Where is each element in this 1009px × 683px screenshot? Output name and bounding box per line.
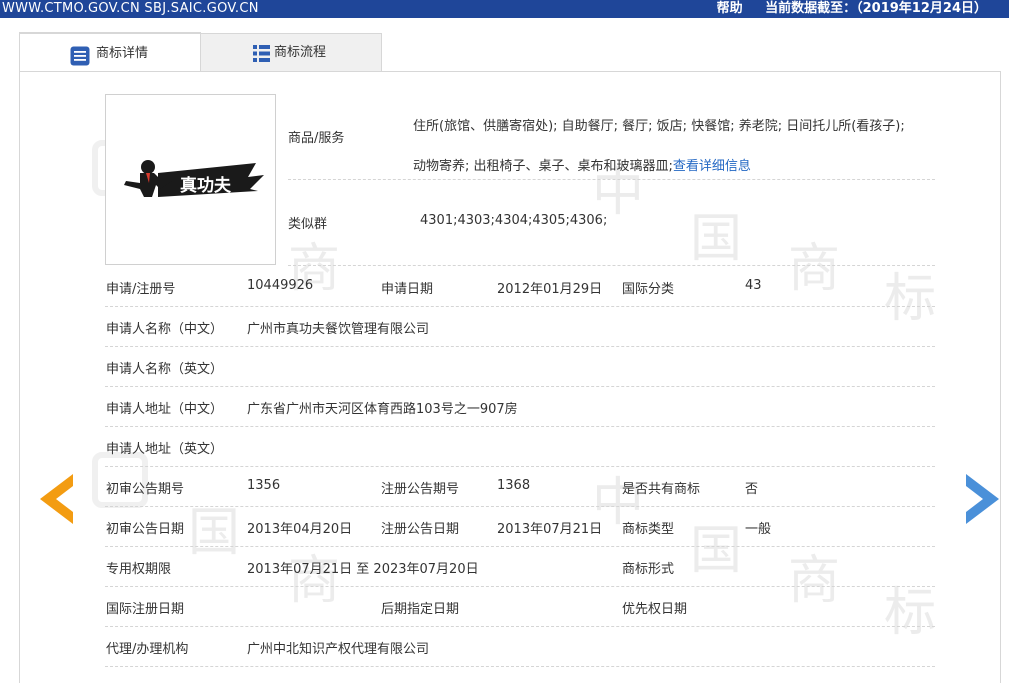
- tab-trademark-detail-label: 商标详情: [96, 46, 149, 61]
- shared-value: 否: [745, 482, 759, 497]
- divider: [105, 546, 935, 547]
- divider: [105, 626, 935, 627]
- apply-date-value: 2012年01月29日: [497, 282, 603, 297]
- mark-form-label: 商标形式: [622, 562, 675, 577]
- trademark-image[interactable]: 真功夫: [105, 94, 276, 265]
- divider: [105, 466, 935, 467]
- divider: [105, 586, 935, 587]
- goods-services-label: 商品/服务: [288, 131, 345, 146]
- prelim-no-label: 初审公告期号: [106, 482, 185, 497]
- applicant-cn-value: 广州市真功夫餐饮管理有限公司: [247, 322, 430, 337]
- applicant-en-label: 申请人名称（英文）: [106, 362, 224, 377]
- goods-services-line-text: 动物寄养; 出租椅子、桌子、桌布和玻璃器皿;: [413, 159, 673, 174]
- address-cn-value: 广东省广州市天河区体育西路103号之一907房: [247, 402, 518, 417]
- reg-pub-no-label: 注册公告期号: [381, 482, 460, 497]
- similar-group-label: 类似群: [288, 217, 328, 232]
- prelim-date-label: 初审公告日期: [106, 522, 185, 537]
- site-domains: WWW.CTMO.GOV.CN SBJ.SAIC.GOV.CN: [2, 1, 259, 16]
- intl-class-value: 43: [745, 278, 762, 293]
- prelim-date-value: 2013年04月20日: [247, 522, 353, 537]
- exclusive-period-label: 专用权期限: [106, 562, 172, 577]
- divider: [288, 179, 935, 180]
- top-bar: WWW.CTMO.GOV.CN SBJ.SAIC.GOV.CN 帮助 当前数据截…: [0, 0, 1009, 18]
- prev-arrow-icon[interactable]: [40, 474, 73, 524]
- trademark-logo-text: 真功夫: [180, 175, 232, 196]
- reg-pub-no-value: 1368: [497, 478, 531, 493]
- intl-reg-date-label: 国际注册日期: [106, 602, 185, 617]
- tab-trademark-flow[interactable]: 商标流程: [200, 33, 382, 72]
- divider: [105, 666, 935, 667]
- top-bar-right: 帮助 当前数据截至：（2019年12月24日）: [699, 0, 987, 17]
- trademark-logo: 真功夫: [124, 160, 264, 197]
- agent-value: 广州中北知识产权代理有限公司: [247, 642, 430, 657]
- reg-pub-date-label: 注册公告日期: [381, 522, 460, 537]
- tab-trademark-detail[interactable]: 商标详情: [19, 32, 201, 72]
- next-arrow-icon[interactable]: [966, 474, 999, 524]
- address-cn-label: 申请人地址（中文）: [106, 402, 224, 417]
- intl-class-label: 国际分类: [622, 282, 675, 297]
- list-flow-icon: [253, 45, 270, 62]
- later-date-label: 后期指定日期: [381, 602, 460, 617]
- list-detail-icon: [70, 46, 90, 66]
- view-details-link[interactable]: 查看详细信息: [673, 159, 751, 174]
- data-date-text: 当前数据截至：（2019年12月24日）: [765, 1, 987, 16]
- divider: [288, 265, 935, 266]
- divider: [105, 426, 935, 427]
- similar-group-value: 4301;4303;4304;4305;4306;: [420, 213, 608, 228]
- reg-pub-date-value: 2013年07月21日: [497, 522, 603, 537]
- apply-date-label: 申请日期: [381, 282, 434, 297]
- divider: [105, 346, 935, 347]
- divider: [105, 386, 935, 387]
- address-en-label: 申请人地址（英文）: [106, 442, 224, 457]
- mark-type-label: 商标类型: [622, 522, 675, 537]
- divider: [105, 506, 935, 507]
- shared-label: 是否共有商标: [622, 482, 701, 497]
- mark-type-value: 一般: [745, 522, 772, 537]
- goods-services-text: 住所(旅馆、供膳寄宿处); 自助餐厅; 餐厅; 饭店; 快餐馆; 养老院; 日间…: [413, 107, 973, 187]
- reg-no-label: 申请/注册号: [106, 282, 176, 297]
- applicant-cn-label: 申请人名称（中文）: [106, 322, 224, 337]
- goods-services-line: 动物寄养; 出租椅子、桌子、桌布和玻璃器皿;查看详细信息: [413, 147, 973, 187]
- divider: [105, 306, 935, 307]
- agent-label: 代理/办理机构: [106, 642, 189, 657]
- goods-services-line: 住所(旅馆、供膳寄宿处); 自助餐厅; 餐厅; 饭店; 快餐馆; 养老院; 日间…: [413, 119, 905, 134]
- help-link[interactable]: 帮助: [717, 1, 743, 16]
- reg-no-value: 10449926: [247, 278, 314, 293]
- exclusive-period-value: 2013年07月21日 至 2023年07月20日: [247, 562, 479, 577]
- prelim-no-value: 1356: [247, 478, 281, 493]
- tab-trademark-flow-label: 商标流程: [274, 45, 327, 60]
- priority-date-label: 优先权日期: [622, 602, 688, 617]
